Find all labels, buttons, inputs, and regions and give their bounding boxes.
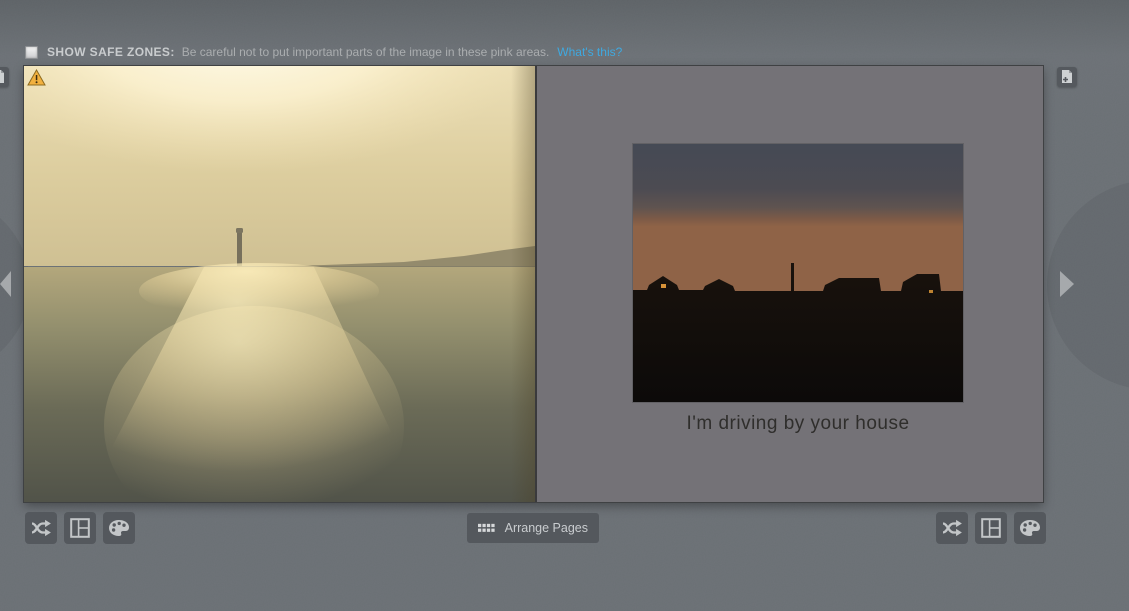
- palette-icon: [1020, 520, 1040, 536]
- safe-zones-checkbox[interactable]: [25, 45, 38, 59]
- right-page-toolbar: [936, 512, 1046, 544]
- shuffle-layout-button-left[interactable]: [25, 512, 57, 544]
- layout-icon: [981, 518, 1001, 538]
- add-page-icon: [0, 70, 4, 83]
- page-style-button-right[interactable]: [1014, 512, 1046, 544]
- arrange-pages-button[interactable]: Arrange Pages: [467, 513, 599, 543]
- add-page-left-button[interactable]: [0, 67, 9, 87]
- safe-zones-description: Be careful not to put important parts of…: [181, 45, 550, 59]
- sunset-ocean-lighthouse-photo: [24, 66, 535, 502]
- page-layout-button-left[interactable]: [64, 512, 96, 544]
- chevron-right-icon[interactable]: [1060, 271, 1074, 297]
- whats-this-link[interactable]: What's this?: [557, 45, 622, 59]
- shuffle-layout-button-right[interactable]: [936, 512, 968, 544]
- right-page[interactable]: I'm driving by your house: [537, 66, 1043, 502]
- add-page-right-button[interactable]: [1057, 67, 1077, 87]
- dusk-houses-photo[interactable]: [633, 144, 963, 402]
- warning-icon: [27, 69, 46, 86]
- book-spread: I'm driving by your house: [23, 65, 1044, 503]
- palette-icon: [109, 520, 129, 536]
- photo-caption[interactable]: I'm driving by your house: [633, 410, 963, 438]
- chevron-left-icon[interactable]: [0, 271, 11, 297]
- safe-zones-bar: SHOW SAFE ZONES: Be careful not to put i…: [25, 44, 622, 60]
- layout-icon: [70, 518, 90, 538]
- arrange-pages-label: Arrange Pages: [504, 521, 588, 535]
- left-page-toolbar: [25, 512, 135, 544]
- add-page-icon: [1062, 70, 1072, 83]
- left-page-photo[interactable]: [24, 66, 535, 502]
- page-layout-button-right[interactable]: [975, 512, 1007, 544]
- shuffle-icon: [942, 519, 962, 537]
- grid-icon: [478, 523, 495, 532]
- photobook-editor: { "safe_zones": { "checkbox_checked": fa…: [0, 0, 1129, 611]
- safe-zones-label: SHOW SAFE ZONES:: [47, 45, 175, 59]
- page-style-button-left[interactable]: [103, 512, 135, 544]
- shuffle-icon: [31, 519, 51, 537]
